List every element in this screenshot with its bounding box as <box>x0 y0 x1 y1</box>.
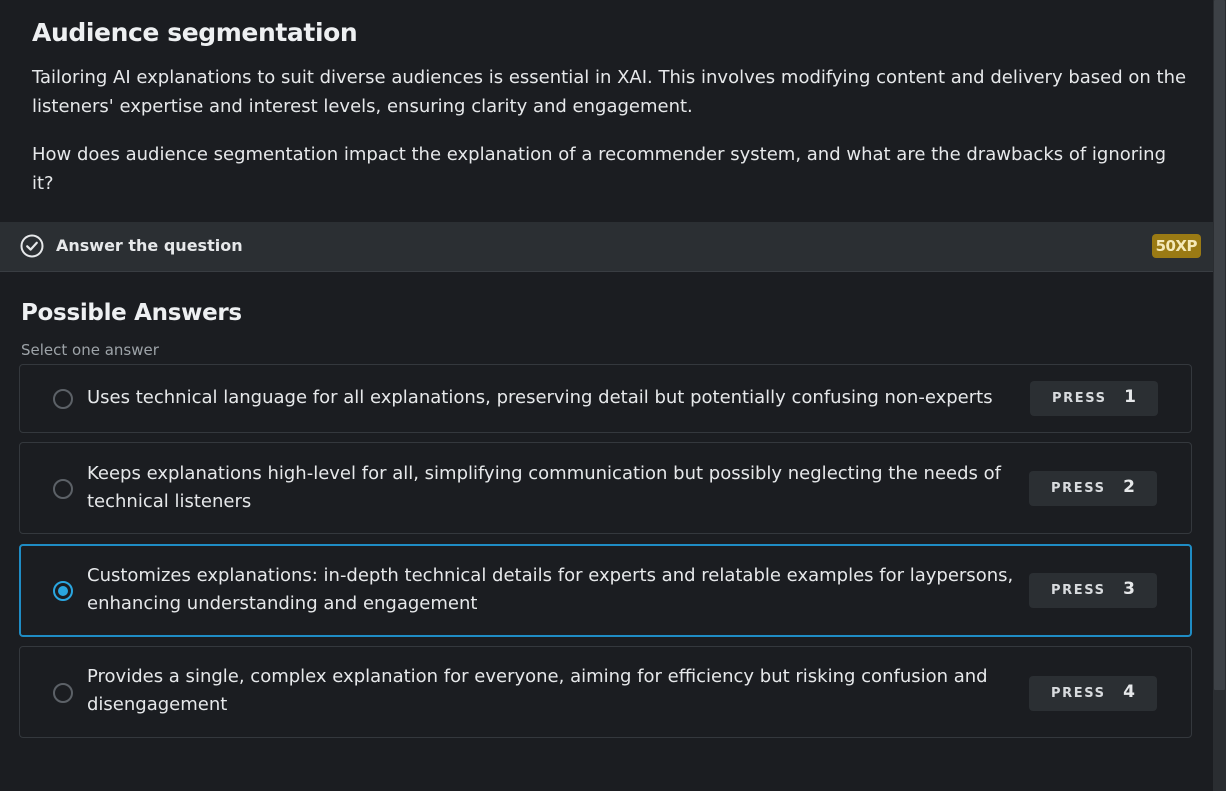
select-instruction: Select one answer <box>21 341 159 359</box>
press-key-hint: PRESS 2 <box>1029 471 1157 506</box>
press-key-number: 2 <box>1123 477 1135 497</box>
press-key-number: 1 <box>1124 387 1136 407</box>
press-label: PRESS <box>1051 686 1106 701</box>
press-label: PRESS <box>1051 481 1106 496</box>
scrollbar-thumb[interactable] <box>1214 0 1225 690</box>
press-key-hint: PRESS 1 <box>1030 381 1158 416</box>
scrollbar[interactable] <box>1213 0 1226 791</box>
exercise-title: Audience segmentation <box>32 18 358 47</box>
exercise-page: Audience segmentation Tailoring AI expla… <box>0 0 1226 791</box>
answer-text: Provides a single, complex explanation f… <box>87 666 988 715</box>
task-label: Answer the question <box>56 236 243 255</box>
press-label: PRESS <box>1051 583 1106 598</box>
answer-text: Uses technical language for all explanat… <box>87 387 993 408</box>
answer-option-4[interactable]: Provides a single, complex explanation f… <box>19 646 1192 738</box>
xp-badge: 50XP <box>1151 234 1201 258</box>
possible-answers-title: Possible Answers <box>21 300 242 326</box>
answer-text: Keeps explanations high-level for all, s… <box>87 463 1001 512</box>
radio-button[interactable] <box>53 683 73 703</box>
radio-button-selected[interactable] <box>53 581 73 601</box>
answer-text: Customizes explanations: in-depth techni… <box>87 565 1014 614</box>
press-key-number: 3 <box>1123 579 1135 599</box>
check-circle-icon <box>20 234 44 258</box>
answer-option-3[interactable]: Customizes explanations: in-depth techni… <box>19 544 1192 637</box>
answer-option-2[interactable]: Keeps explanations high-level for all, s… <box>19 442 1192 534</box>
press-label: PRESS <box>1052 391 1107 406</box>
task-header: Answer the question 50XP <box>0 222 1213 272</box>
exercise-context: Audience segmentation Tailoring AI expla… <box>32 18 1192 198</box>
answer-option-1[interactable]: Uses technical language for all explanat… <box>19 364 1192 433</box>
press-key-hint: PRESS 3 <box>1029 573 1157 608</box>
press-key-hint: PRESS 4 <box>1029 676 1157 711</box>
context-paragraph: Tailoring AI explanations to suit divers… <box>32 67 1187 117</box>
radio-button[interactable] <box>53 479 73 499</box>
press-key-number: 4 <box>1123 682 1135 702</box>
radio-button[interactable] <box>53 389 73 409</box>
question-paragraph: How does audience segmentation impact th… <box>32 144 1166 194</box>
